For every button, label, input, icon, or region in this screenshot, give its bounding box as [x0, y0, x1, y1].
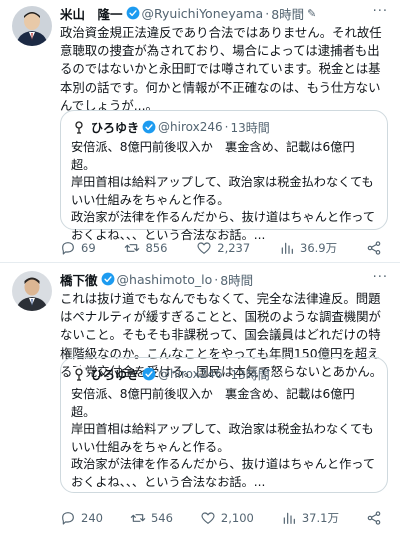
verified-badge-icon — [126, 6, 139, 20]
tweet-actions: 69 856 2,237 36.9万 — [60, 240, 382, 256]
separator-dot: · — [265, 5, 270, 21]
reply-button[interactable]: 69 — [60, 240, 96, 256]
share-button[interactable] — [366, 240, 382, 256]
reply-count: 69 — [81, 241, 96, 255]
verified-badge-icon — [142, 367, 156, 381]
quoted-author-handle: @hirox246 — [158, 367, 223, 381]
author-handle[interactable]: @hashimoto_lo — [117, 272, 213, 287]
heart-icon — [201, 512, 215, 524]
tweet[interactable]: 米山 隆一 @RyuichiYoneyama · 8時間 ✎ ··· 政治資金規… — [0, 0, 400, 262]
avatar[interactable] — [12, 271, 52, 311]
timestamp[interactable]: 8時間 — [271, 4, 304, 23]
share-icon — [367, 511, 381, 525]
author-name[interactable]: 橋下徹 — [60, 270, 98, 289]
reply-button[interactable]: 240 — [60, 510, 103, 526]
heart-icon — [197, 242, 211, 254]
tweet-text: 政治資金規正法違反であり合法ではありません。それ故任意聴取の捜査が為されており、… — [60, 25, 382, 113]
tweet-header: 米山 隆一 @RyuichiYoneyama · 8時間 ✎ — [60, 4, 390, 22]
quoted-tweet-text: 安倍派、8億円前後収入か 裏金含め、記載は6億円超。 岸田首相は給料アップして、政… — [71, 140, 376, 242]
timestamp[interactable]: 8時間 — [220, 270, 253, 289]
more-options-icon[interactable]: ··· — [373, 270, 388, 285]
more-options-icon[interactable]: ··· — [373, 4, 388, 19]
separator-dot: · — [224, 367, 229, 381]
retweet-button[interactable]: 546 — [130, 510, 173, 526]
views-count: 37.1万 — [301, 511, 339, 525]
quoted-tweet-text: 安倍派、8億円前後収入か 裏金含め、記載は6億円超。 岸田首相は給料アップして、政… — [71, 387, 376, 489]
reply-icon — [62, 242, 74, 255]
quoted-tweet-header: ひろゆき @hirox246 · 13時間 — [71, 366, 377, 382]
quoted-author-name: ひろゆき — [91, 367, 140, 382]
tweet-header: 橋下徹 @hashimoto_lo · 8時間 — [60, 270, 390, 288]
tweet-actions: 240 546 2,100 37.1万 — [60, 510, 382, 526]
like-count: 2,100 — [220, 511, 254, 525]
quoted-author-handle: @hirox246 — [158, 120, 223, 134]
views-count: 36.9万 — [300, 241, 338, 255]
share-icon — [367, 241, 381, 255]
verified-badge-icon — [142, 120, 156, 134]
avatar[interactable] — [12, 6, 52, 46]
quoted-author-name: ひろゆき — [91, 120, 140, 135]
retweet-icon — [130, 514, 146, 522]
like-count: 2,237 — [217, 241, 251, 255]
quoted-tweet-header: ひろゆき @hirox246 · 13時間 — [71, 119, 377, 135]
author-name[interactable]: 米山 隆一 — [60, 4, 123, 23]
views-chart-icon — [283, 512, 295, 524]
quoted-tweet[interactable]: ひろゆき @hirox246 · 13時間 安倍派、8億円前後収入か 裏金含め、… — [60, 357, 388, 493]
like-button[interactable]: 2,100 — [200, 510, 254, 526]
author-handle[interactable]: @RyuichiYoneyama — [142, 6, 264, 21]
tweet[interactable]: 橋下徹 @hashimoto_lo · 8時間 ··· これは抜け道でもなんでも… — [0, 263, 400, 541]
retweet-button[interactable]: 856 — [124, 240, 167, 256]
quoted-tweet[interactable]: ひろゆき @hirox246 · 13時間 安倍派、8億円前後収入か 裏金含め、… — [60, 110, 388, 242]
quoted-timestamp: 13時間 — [230, 120, 270, 135]
separator-dot: · — [224, 120, 229, 134]
reply-icon — [62, 512, 74, 525]
quoted-avatar — [71, 366, 87, 382]
retweet-icon — [125, 244, 140, 252]
edited-icon[interactable]: ✎ — [307, 7, 316, 20]
views-chart-icon — [281, 242, 293, 254]
reply-count: 240 — [81, 511, 103, 525]
share-button[interactable] — [366, 510, 382, 526]
separator-dot: · — [214, 271, 219, 287]
views-button[interactable]: 36.9万 — [279, 240, 337, 256]
verified-badge-icon — [101, 272, 114, 286]
quoted-avatar — [71, 119, 87, 135]
views-button[interactable]: 37.1万 — [281, 510, 339, 526]
quoted-timestamp: 13時間 — [230, 367, 270, 382]
retweet-count: 856 — [145, 241, 168, 255]
retweet-count: 546 — [150, 511, 173, 525]
like-button[interactable]: 2,237 — [196, 240, 250, 256]
